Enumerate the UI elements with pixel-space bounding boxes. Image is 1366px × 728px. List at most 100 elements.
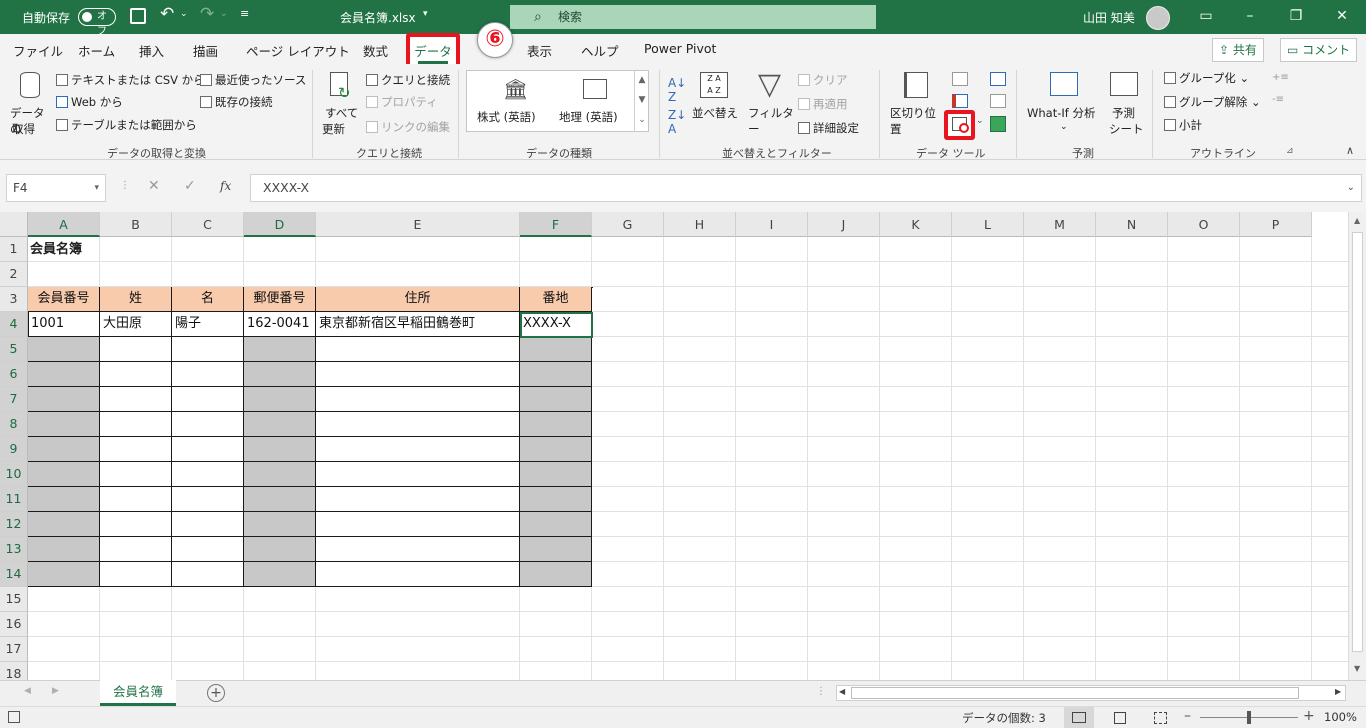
avatar[interactable]	[1146, 6, 1170, 30]
zoom-in-icon[interactable]: +	[1303, 708, 1315, 724]
tab-scroll-left-icon[interactable]: ◀	[24, 686, 31, 696]
table-empty-cell[interactable]	[244, 462, 316, 487]
sheet-tab-members[interactable]: 会員名簿	[100, 680, 176, 706]
advanced-filter[interactable]: 詳細設定	[798, 120, 859, 136]
column-header-o[interactable]: O	[1168, 212, 1240, 237]
table-empty-cell[interactable]	[100, 437, 172, 462]
page-break-view-icon[interactable]	[1154, 712, 1167, 724]
table-empty-cell[interactable]	[316, 537, 520, 562]
sheet-title-cell[interactable]: 会員名簿	[30, 237, 82, 262]
table-empty-cell[interactable]	[520, 537, 592, 562]
table-empty-cell[interactable]	[244, 437, 316, 462]
table-header-cell[interactable]: 番地	[520, 287, 592, 312]
vertical-scrollbar[interactable]: ▲ ▼	[1348, 212, 1366, 680]
scroll-left-icon[interactable]: ◀	[839, 687, 845, 696]
subtotal-button[interactable]: 小計	[1164, 117, 1202, 133]
column-header-h[interactable]: H	[664, 212, 736, 237]
count-summary[interactable]: データの個数: 3	[962, 710, 1046, 726]
column-header-b[interactable]: B	[100, 212, 172, 237]
table-empty-cell[interactable]	[316, 562, 520, 587]
queries-connections[interactable]: クエリと接続	[366, 72, 450, 88]
from-text-csv[interactable]: テキストまたは CSV から	[56, 72, 205, 88]
table-empty-cell[interactable]	[100, 462, 172, 487]
table-empty-cell[interactable]	[28, 462, 100, 487]
flash-fill-icon[interactable]	[952, 72, 968, 86]
consolidate-icon[interactable]	[990, 72, 1006, 86]
column-header-i[interactable]: I	[736, 212, 808, 237]
table-empty-cell[interactable]	[244, 537, 316, 562]
tab-draw[interactable]: 描画	[193, 41, 218, 60]
column-header-f[interactable]: F	[520, 212, 592, 237]
table-empty-cell[interactable]	[28, 487, 100, 512]
column-header-m[interactable]: M	[1024, 212, 1096, 237]
properties[interactable]: プロパティ	[366, 94, 438, 110]
table-empty-cell[interactable]	[244, 387, 316, 412]
sort-az-icon[interactable]: A↓ Z	[668, 76, 686, 104]
from-table-range[interactable]: テーブルまたは範囲から	[56, 117, 197, 133]
column-header-j[interactable]: J	[808, 212, 880, 237]
name-box[interactable]: F4 ▾	[6, 174, 106, 202]
add-sheet-icon[interactable]: +	[207, 684, 225, 702]
scroll-thumb-vertical[interactable]	[1352, 232, 1363, 652]
undo-dropdown-icon[interactable]: ⌄	[180, 9, 188, 19]
table-empty-cell[interactable]	[520, 512, 592, 537]
tab-file[interactable]: ファイル	[13, 41, 63, 60]
tab-view[interactable]: 表示	[527, 41, 552, 60]
outline-dialog-launcher-icon[interactable]: ⊿	[1286, 146, 1294, 156]
row-header-8[interactable]: 8	[0, 412, 28, 437]
table-empty-cell[interactable]	[28, 562, 100, 587]
table-empty-cell[interactable]	[520, 487, 592, 512]
data-model-icon[interactable]	[990, 116, 1006, 132]
table-empty-cell[interactable]	[28, 537, 100, 562]
table-header-cell[interactable]: 会員番号	[28, 287, 100, 312]
table-empty-cell[interactable]	[316, 487, 520, 512]
table-empty-cell[interactable]	[100, 537, 172, 562]
table-empty-cell[interactable]	[28, 437, 100, 462]
table-empty-cell[interactable]	[172, 387, 244, 412]
row-header-10[interactable]: 10	[0, 462, 28, 487]
table-empty-cell[interactable]	[520, 437, 592, 462]
table-empty-cell[interactable]	[172, 487, 244, 512]
sort-za-icon[interactable]: Z↓ A	[668, 108, 686, 136]
row-header-4[interactable]: 4	[0, 312, 28, 337]
filename-dropdown-icon[interactable]: ▾	[423, 9, 428, 19]
table-empty-cell[interactable]	[172, 562, 244, 587]
table-empty-cell[interactable]	[316, 387, 520, 412]
table-empty-cell[interactable]	[28, 512, 100, 537]
clear-filter[interactable]: クリア	[798, 72, 848, 88]
table-empty-cell[interactable]	[28, 362, 100, 387]
tab-help[interactable]: ヘルプ	[581, 41, 619, 60]
table-empty-cell[interactable]	[244, 362, 316, 387]
table-empty-cell[interactable]	[100, 337, 172, 362]
column-header-k[interactable]: K	[880, 212, 952, 237]
table-empty-cell[interactable]	[520, 412, 592, 437]
column-header-l[interactable]: L	[952, 212, 1024, 237]
table-empty-cell[interactable]	[100, 487, 172, 512]
close-icon[interactable]: ✕	[1332, 6, 1352, 26]
row-header-18[interactable]: 18	[0, 662, 28, 680]
tab-power-pivot[interactable]: Power Pivot	[644, 41, 716, 56]
tab-page-layout[interactable]: ページ レイアウト	[246, 41, 350, 60]
table-empty-cell[interactable]	[316, 462, 520, 487]
tab-scroll-right-icon[interactable]: ▶	[52, 686, 59, 696]
zoom-slider-thumb[interactable]	[1247, 711, 1251, 724]
tab-home[interactable]: ホーム	[78, 41, 115, 60]
table-empty-cell[interactable]	[172, 462, 244, 487]
table-empty-cell[interactable]	[172, 512, 244, 537]
ungroup-button[interactable]: グループ解除 ⌄	[1164, 94, 1261, 110]
table-empty-cell[interactable]	[28, 337, 100, 362]
tab-formulas[interactable]: 数式	[363, 41, 388, 60]
table-header-cell[interactable]: 住所	[316, 287, 520, 312]
sort-button[interactable]: Z AA Z 並べ替え	[690, 70, 738, 140]
table-empty-cell[interactable]	[244, 337, 316, 362]
what-if-button[interactable]: What-If 分析 ⌄	[1024, 70, 1104, 140]
ribbon-display-icon[interactable]: ▭	[1196, 6, 1216, 26]
worksheet-grid[interactable]: ABCDEFGHIJKLMNOP 1 2 3 4 5 6 7 8 9 10 11 12 13 14 15 16…	[0, 212, 1366, 680]
table-empty-cell[interactable]	[28, 412, 100, 437]
table-empty-cell[interactable]	[520, 462, 592, 487]
table-row-cell[interactable]: 大田原	[100, 312, 172, 337]
zoom-level[interactable]: 100%	[1324, 710, 1357, 724]
customize-qat-icon[interactable]: ≡	[240, 7, 249, 20]
table-empty-cell[interactable]	[520, 337, 592, 362]
reapply-filter[interactable]: 再適用	[798, 96, 848, 112]
